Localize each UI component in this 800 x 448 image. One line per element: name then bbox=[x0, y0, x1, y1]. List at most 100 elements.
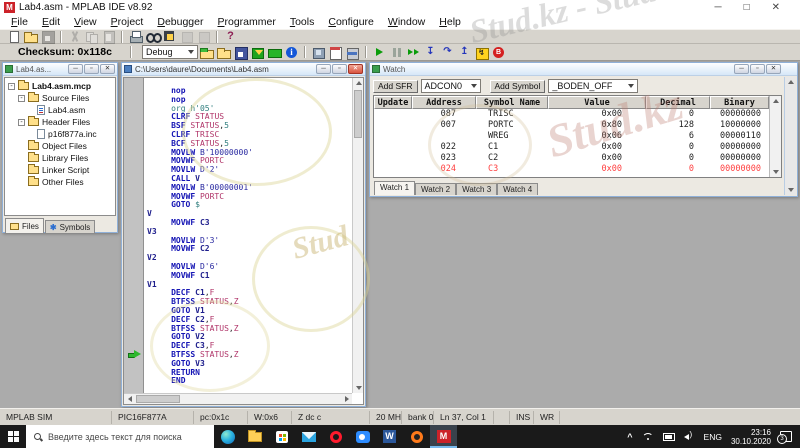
scroll-right-icon[interactable] bbox=[341, 394, 352, 404]
taskbar-icon-mplab[interactable]: M bbox=[430, 425, 457, 448]
editor-window-titlebar[interactable]: C:\Users\daure\Documents\Lab4.asm ─ ▫ ✕ bbox=[122, 63, 365, 76]
project-minimize-button[interactable]: ─ bbox=[68, 64, 83, 74]
editor-maximize-button[interactable]: ▫ bbox=[332, 64, 347, 74]
watch-window-titlebar[interactable]: Watch ─ ▫ ✕ bbox=[370, 63, 797, 76]
editor-vscroll-thumb[interactable] bbox=[354, 90, 362, 138]
program-target-icon[interactable] bbox=[311, 46, 326, 59]
build-options-icon[interactable] bbox=[284, 46, 299, 59]
watch-tab-watch-4[interactable]: Watch 4 bbox=[497, 183, 539, 195]
read-target-icon[interactable] bbox=[328, 46, 343, 60]
watch-minimize-button[interactable]: ─ bbox=[734, 64, 749, 74]
speaker-icon[interactable] bbox=[683, 430, 695, 441]
battery-icon[interactable] bbox=[662, 432, 675, 441]
tree-file-lab4.asm[interactable]: Lab4.asm bbox=[5, 104, 115, 116]
watch-row-c1[interactable]: 022 C1 0x00 0 00000000 bbox=[374, 142, 769, 153]
close-button[interactable]: ✕ bbox=[772, 2, 780, 13]
add-sfr-button[interactable]: Add SFR bbox=[373, 79, 418, 93]
step-into-icon[interactable]: ↧ bbox=[423, 46, 438, 59]
menu-view[interactable]: View bbox=[67, 16, 104, 28]
notification-center-icon[interactable] bbox=[777, 431, 792, 444]
watch-window-scrollbar[interactable] bbox=[784, 77, 796, 195]
scroll-down-icon[interactable] bbox=[785, 185, 797, 195]
editor-hscroll-thumb[interactable] bbox=[136, 395, 180, 403]
new-project-icon[interactable] bbox=[199, 46, 214, 59]
run-icon[interactable] bbox=[372, 46, 387, 59]
menu-programmer[interactable]: Programmer bbox=[210, 16, 282, 28]
print-icon[interactable] bbox=[128, 30, 143, 43]
taskbar-search-input[interactable]: Введите здесь текст для поиска bbox=[26, 425, 214, 448]
watch-tab-watch-2[interactable]: Watch 2 bbox=[415, 183, 457, 195]
find-icon[interactable] bbox=[145, 30, 162, 43]
taskbar-icon-camera[interactable] bbox=[349, 425, 376, 448]
step-out-icon[interactable]: ↥ bbox=[457, 46, 472, 59]
watch-row-wreg[interactable]: WREG 0x06 6 00000110 bbox=[374, 131, 769, 142]
menu-file[interactable]: File bbox=[4, 16, 35, 28]
menu-tools[interactable]: Tools bbox=[283, 16, 322, 28]
open-workspace-icon[interactable] bbox=[216, 46, 231, 59]
minimize-button[interactable]: ─ bbox=[714, 2, 721, 13]
editor-minimize-button[interactable]: ─ bbox=[316, 64, 331, 74]
reset-icon[interactable] bbox=[474, 46, 489, 60]
tree-node-header-files[interactable]: - Header Files bbox=[5, 116, 115, 128]
project-window-titlebar[interactable]: Lab4.as... ─ ▫ ✕ bbox=[3, 63, 117, 76]
language-indicator[interactable]: ENG bbox=[704, 432, 722, 442]
build-icon[interactable] bbox=[250, 46, 265, 59]
breakpoints-icon[interactable] bbox=[491, 46, 506, 59]
watch-row-c2[interactable]: 023 C2 0x00 0 00000000 bbox=[374, 153, 769, 164]
code-editor-area[interactable]: nop nop org h'05' CLRF STATUS BSF STATUS… bbox=[124, 78, 352, 393]
halt-icon[interactable] bbox=[389, 46, 404, 59]
sfr-select[interactable]: ADCON0 bbox=[420, 79, 481, 93]
watch-row-portc[interactable]: 007 PORTC 0x80 128 10000000 bbox=[374, 120, 769, 131]
taskbar-icon-store[interactable] bbox=[268, 425, 295, 448]
taskbar-icon-mail[interactable] bbox=[295, 425, 322, 448]
project-maximize-button[interactable]: ▫ bbox=[84, 64, 99, 74]
scroll-up-icon[interactable] bbox=[770, 96, 782, 106]
menu-project[interactable]: Project bbox=[104, 16, 151, 28]
verify-target-icon[interactable] bbox=[345, 46, 360, 60]
tree-node-source-files[interactable]: - Source Files bbox=[5, 92, 115, 104]
start-button[interactable] bbox=[0, 425, 26, 448]
tree-file-p16f877a.inc[interactable]: p16f877a.inc bbox=[5, 128, 115, 140]
scroll-up-icon[interactable] bbox=[353, 78, 364, 88]
scroll-up-icon[interactable] bbox=[785, 77, 797, 87]
taskbar-icon-orange[interactable] bbox=[403, 425, 430, 448]
help-icon[interactable]: ? bbox=[223, 30, 238, 43]
scroll-down-icon[interactable] bbox=[353, 383, 364, 393]
build-mode-select[interactable]: Debug bbox=[142, 45, 198, 59]
step-over-icon[interactable]: ↷ bbox=[440, 46, 455, 59]
menu-debugger[interactable]: Debugger bbox=[150, 16, 210, 28]
add-symbol-button[interactable]: Add Symbol bbox=[489, 79, 546, 93]
tray-expand-icon[interactable]: ^ bbox=[627, 432, 632, 442]
wifi-icon[interactable] bbox=[642, 433, 654, 441]
watch-close-button[interactable]: ✕ bbox=[766, 64, 781, 74]
clock[interactable]: 23:16 30.10.2020 bbox=[731, 428, 771, 446]
tree-node-other-files[interactable]: Other Files bbox=[5, 176, 115, 188]
animate-icon[interactable] bbox=[406, 46, 421, 59]
tree-node-object-files[interactable]: Object Files bbox=[5, 140, 115, 152]
save-workspace-icon[interactable] bbox=[233, 46, 248, 60]
watch-row-trisc[interactable]: 087 TRISC 0x00 0 00000000 bbox=[374, 109, 769, 120]
editor-close-button[interactable]: ✕ bbox=[348, 64, 363, 74]
editor-vertical-scrollbar[interactable] bbox=[352, 78, 363, 393]
editor-horizontal-scrollbar[interactable] bbox=[124, 393, 352, 404]
tree-root[interactable]: - Lab4.asm.mcp bbox=[5, 80, 115, 92]
taskbar-icon-edge[interactable] bbox=[214, 425, 241, 448]
tree-node-linker-script[interactable]: Linker Script bbox=[5, 164, 115, 176]
scroll-left-icon[interactable] bbox=[124, 394, 135, 404]
watch-maximize-button[interactable]: ▫ bbox=[750, 64, 765, 74]
watch-table-scrollbar[interactable] bbox=[769, 96, 781, 177]
make-icon[interactable] bbox=[267, 46, 282, 59]
menu-configure[interactable]: Configure bbox=[321, 16, 381, 28]
maximize-button[interactable]: □ bbox=[744, 2, 750, 13]
taskbar-icon-explorer[interactable] bbox=[241, 425, 268, 448]
project-tab-symbols[interactable]: ✱ Symbols bbox=[44, 220, 96, 233]
taskbar-icon-word[interactable]: W bbox=[376, 425, 403, 448]
menu-window[interactable]: Window bbox=[381, 16, 432, 28]
project-tab-files[interactable]: Files bbox=[5, 218, 44, 233]
watch-tab-watch-3[interactable]: Watch 3 bbox=[456, 183, 498, 195]
find-next-icon[interactable] bbox=[162, 30, 177, 43]
scroll-down-icon[interactable] bbox=[770, 167, 782, 177]
tree-node-library-files[interactable]: Library Files bbox=[5, 152, 115, 164]
open-file-icon[interactable] bbox=[23, 30, 38, 43]
menu-edit[interactable]: Edit bbox=[35, 16, 67, 28]
